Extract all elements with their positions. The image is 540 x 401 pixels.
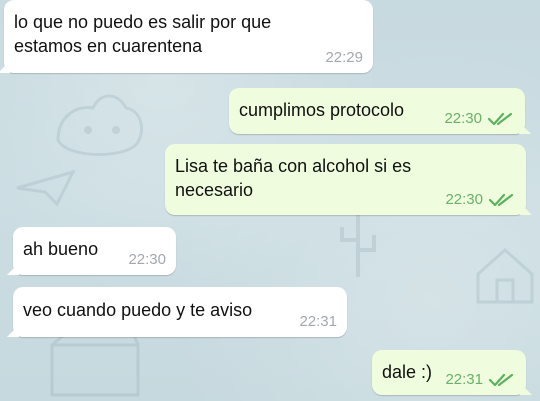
message-text: lo que no puedo es salir por que estamos…: [14, 12, 272, 56]
message-time: 22:29: [325, 49, 363, 66]
background-doodle-cat-icon: [56, 94, 143, 156]
message-meta: 22:30: [445, 192, 516, 208]
message-incoming-3: veo cuando puedo y te aviso 22:31: [13, 287, 347, 337]
message-incoming-1: lo que no puedo es salir por que estamos…: [4, 0, 373, 73]
message-time: 22:31: [445, 371, 483, 388]
message-incoming-2: ah bueno 22:30: [13, 227, 176, 275]
message-outgoing-1: cumplimos protocolo 22:30: [229, 88, 525, 134]
message-time: 22:31: [299, 313, 337, 330]
background-doodle-cactus-icon: [340, 213, 376, 277]
message-text: dale :): [382, 362, 433, 382]
message-meta: 22:31: [445, 372, 516, 388]
message-meta: 22:29: [325, 50, 363, 66]
message-text: ah bueno: [23, 239, 99, 259]
message-time: 22:30: [444, 110, 482, 127]
message-outgoing-2: Lisa te baña con alcohol si es necesario…: [165, 144, 526, 215]
background-doodle-house-icon: [476, 247, 534, 304]
background-doodle-paper-plane-icon: [16, 169, 75, 207]
message-time: 22:30: [445, 191, 483, 208]
message-outgoing-3: dale :) 22:31: [372, 350, 526, 395]
message-text: cumplimos protocolo: [239, 100, 405, 120]
message-meta: 22:31: [299, 314, 337, 330]
message-meta: 22:30: [128, 252, 166, 268]
double-check-icon: [488, 372, 516, 388]
message-text: veo cuando puedo y te aviso: [23, 300, 253, 320]
message-time: 22:30: [128, 251, 166, 268]
double-check-icon: [487, 111, 515, 127]
double-check-icon: [488, 192, 516, 208]
message-text: Lisa te baña con alcohol si es necesario: [175, 156, 412, 200]
message-meta: 22:30: [444, 111, 515, 127]
